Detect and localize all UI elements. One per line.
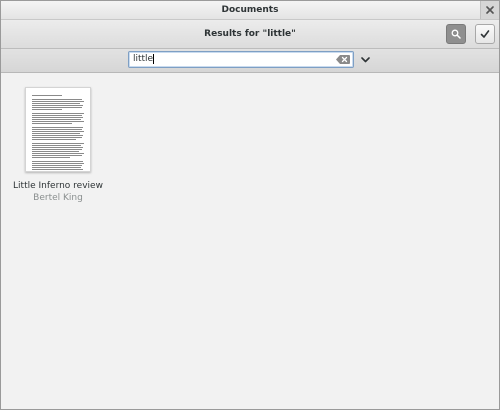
checkmark-icon xyxy=(480,30,490,38)
document-author: Bertel King xyxy=(33,193,83,203)
thumbnail-text-line xyxy=(32,135,83,136)
thumbnail-text-line xyxy=(32,149,82,150)
chevron-down-icon xyxy=(360,57,370,63)
thumbnail-text-line xyxy=(32,171,62,172)
edit-clear-icon[interactable] xyxy=(336,55,350,64)
thumbnail-text-line xyxy=(32,95,62,96)
search-input-value: little xyxy=(133,54,154,64)
thumbnail-text-line xyxy=(32,153,84,154)
thumbnail-text-line xyxy=(32,143,84,144)
search-options-dropdown[interactable] xyxy=(359,54,371,66)
thumbnail-text-line xyxy=(32,115,82,116)
thumbnail-text-line xyxy=(32,113,84,114)
documents-grid: Little Inferno review Bertel King xyxy=(1,73,499,409)
text-caret xyxy=(153,53,155,64)
close-button[interactable] xyxy=(480,1,499,19)
thumbnail-text-line xyxy=(32,139,76,140)
thumbnail-text-line xyxy=(32,147,83,148)
thumbnail-text-line xyxy=(32,131,84,132)
thumbnail-text-line xyxy=(32,123,72,124)
window-title: Documents xyxy=(221,5,279,15)
thumbnail-text-line xyxy=(32,103,80,104)
thumbnail-text-line xyxy=(32,105,83,106)
thumbnail-text-line xyxy=(32,137,82,138)
close-icon xyxy=(486,6,494,14)
search-input[interactable]: little xyxy=(128,51,354,68)
document-title: Little Inferno review xyxy=(13,181,103,191)
document-thumbnail xyxy=(25,87,91,172)
thumbnail-text-line xyxy=(32,101,84,102)
thumbnail-text-line xyxy=(32,127,83,128)
thumbnail-text-line xyxy=(32,165,82,166)
thumbnail-text-line xyxy=(32,133,80,134)
selection-mode-button[interactable] xyxy=(475,24,495,44)
thumbnail-text-line xyxy=(32,121,84,122)
thumbnail-text-line xyxy=(32,161,83,162)
thumbnail-text-line xyxy=(32,145,81,146)
document-item[interactable]: Little Inferno review Bertel King xyxy=(13,87,103,203)
header-bar: Results for "little" xyxy=(1,20,499,49)
thumbnail-text-line xyxy=(32,163,84,164)
thumbnail-text-line xyxy=(32,119,81,120)
thumbnail-text-line xyxy=(32,107,82,108)
thumbnail-text-line xyxy=(32,99,82,100)
documents-window: Documents Results for "little" little Li… xyxy=(0,0,500,410)
title-bar: Documents xyxy=(1,1,499,20)
search-bar: little xyxy=(1,49,499,73)
thumbnail-text-line xyxy=(32,157,70,158)
thumbnail-text-line xyxy=(32,155,82,156)
thumbnail-text-line xyxy=(32,151,79,152)
thumbnail-text-line xyxy=(32,117,83,118)
thumbnail-text-line xyxy=(32,109,62,110)
thumbnail-text-line xyxy=(32,167,81,168)
search-icon xyxy=(451,29,461,39)
results-title: Results for "little" xyxy=(204,29,296,39)
thumbnail-text-line xyxy=(32,169,83,170)
thumbnail-text-line xyxy=(32,129,82,130)
search-toggle-button[interactable] xyxy=(446,24,466,44)
